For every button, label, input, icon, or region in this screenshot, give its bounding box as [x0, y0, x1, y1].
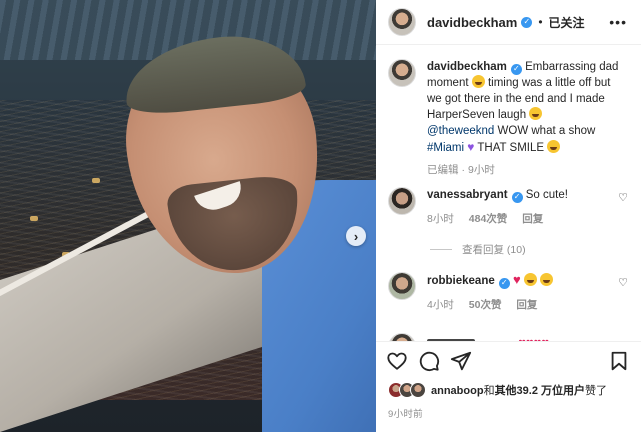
post-panel: davidbeckham ✓ • 已关注 ••• davidbeckham ✓ E…	[376, 0, 641, 432]
laughing-emoji-icon	[471, 75, 485, 88]
divider-line	[430, 249, 452, 250]
comment-like-heart-icon[interactable]: ♡	[618, 276, 628, 289]
comment-item: robbiekeane ✓ ♥ 4小时 50次赞 回复 ♡	[388, 272, 628, 313]
view-replies-button[interactable]: 查看回复 (10)	[430, 242, 526, 257]
comment-item: vanessabryant ✓ So cute! 8小时 484次赞 回复 ♡	[388, 187, 628, 227]
red-heart-icon: ♥	[512, 272, 521, 287]
laughing-emoji-icon	[523, 273, 537, 286]
mention-link[interactable]: @theweeknd	[427, 125, 494, 137]
following-button[interactable]: 已关注	[549, 14, 585, 31]
comment-like-heart-icon[interactable]: ♡	[618, 191, 628, 204]
comment-likes[interactable]: 484次赞	[469, 213, 508, 225]
verified-badge-icon: ✓	[521, 16, 533, 28]
laughing-emoji-icon	[540, 273, 554, 286]
author-username[interactable]: davidbeckham	[427, 15, 517, 30]
post-media[interactable]: ›	[0, 0, 376, 432]
edited-label: 已编辑	[427, 164, 459, 176]
liker-avatars	[388, 382, 426, 398]
hashtag-link[interactable]: #Miami	[427, 142, 464, 154]
commenter-username[interactable]: robbiekeane	[427, 275, 495, 287]
post-caption: davidbeckham ✓ Embarrassing dad moment ti…	[388, 59, 628, 178]
commenter-avatar[interactable]	[388, 187, 416, 215]
comment-item-partial: ♥♥♥♥	[388, 333, 628, 341]
comment-time: 8小时	[427, 213, 454, 225]
caption-meta: 已编辑 · 9小时	[427, 164, 495, 176]
comment-icon[interactable]	[418, 350, 440, 372]
commenter-avatar[interactable]	[388, 333, 416, 341]
chevron-right-icon: ›	[353, 228, 359, 244]
verified-badge-icon: ✓	[510, 63, 522, 75]
laughing-emoji-icon	[529, 107, 543, 120]
share-send-icon[interactable]	[450, 350, 472, 372]
caption-text: THAT SMILE	[477, 142, 545, 154]
verified-badge-icon: ✓	[498, 277, 510, 289]
comments-list[interactable]: davidbeckham ✓ Embarrassing dad moment ti…	[376, 45, 641, 341]
view-replies-label: 查看回复 (10)	[462, 244, 526, 256]
caption-avatar[interactable]	[388, 59, 416, 87]
post-timestamp: 9小时前	[388, 409, 423, 420]
likes-others-count[interactable]: 其他39.2 万位用户	[495, 385, 585, 397]
like-heart-icon[interactable]	[386, 350, 408, 372]
reply-button[interactable]: 回复	[522, 213, 543, 225]
smiling-emoji-icon	[547, 140, 561, 153]
purple-heart-icon: ♥	[467, 140, 475, 154]
header-separator: •	[538, 15, 543, 29]
more-options-icon[interactable]: •••	[609, 14, 627, 30]
caption-username[interactable]: davidbeckham	[427, 61, 507, 73]
commenter-username[interactable]: vanessabryant	[427, 189, 508, 201]
comment-meta: 8小时 484次赞 回复	[427, 211, 622, 227]
save-bookmark-icon[interactable]	[608, 350, 630, 372]
liker-avatar	[410, 382, 426, 398]
comment-text: So cute!	[525, 189, 568, 201]
comment-meta: 4小时 50次赞 回复	[427, 297, 622, 313]
reply-button[interactable]: 回复	[516, 299, 537, 311]
caption-text: WOW what a show	[497, 125, 596, 137]
comment-likes[interactable]: 50次赞	[469, 299, 502, 311]
action-bar	[376, 341, 641, 380]
author-avatar[interactable]	[388, 8, 416, 36]
commenter-avatar[interactable]	[388, 272, 416, 300]
post-header: davidbeckham ✓ • 已关注 •••	[376, 0, 641, 45]
verified-badge-icon: ✓	[511, 191, 523, 203]
liker-username[interactable]: annaboop	[431, 385, 484, 397]
carousel-next-button[interactable]: ›	[346, 226, 366, 246]
comment-time: 4小时	[427, 299, 454, 311]
caption-time: 9小时	[468, 164, 495, 176]
likes-summary[interactable]: annaboop和其他39.2 万位用户赞了	[388, 382, 607, 398]
